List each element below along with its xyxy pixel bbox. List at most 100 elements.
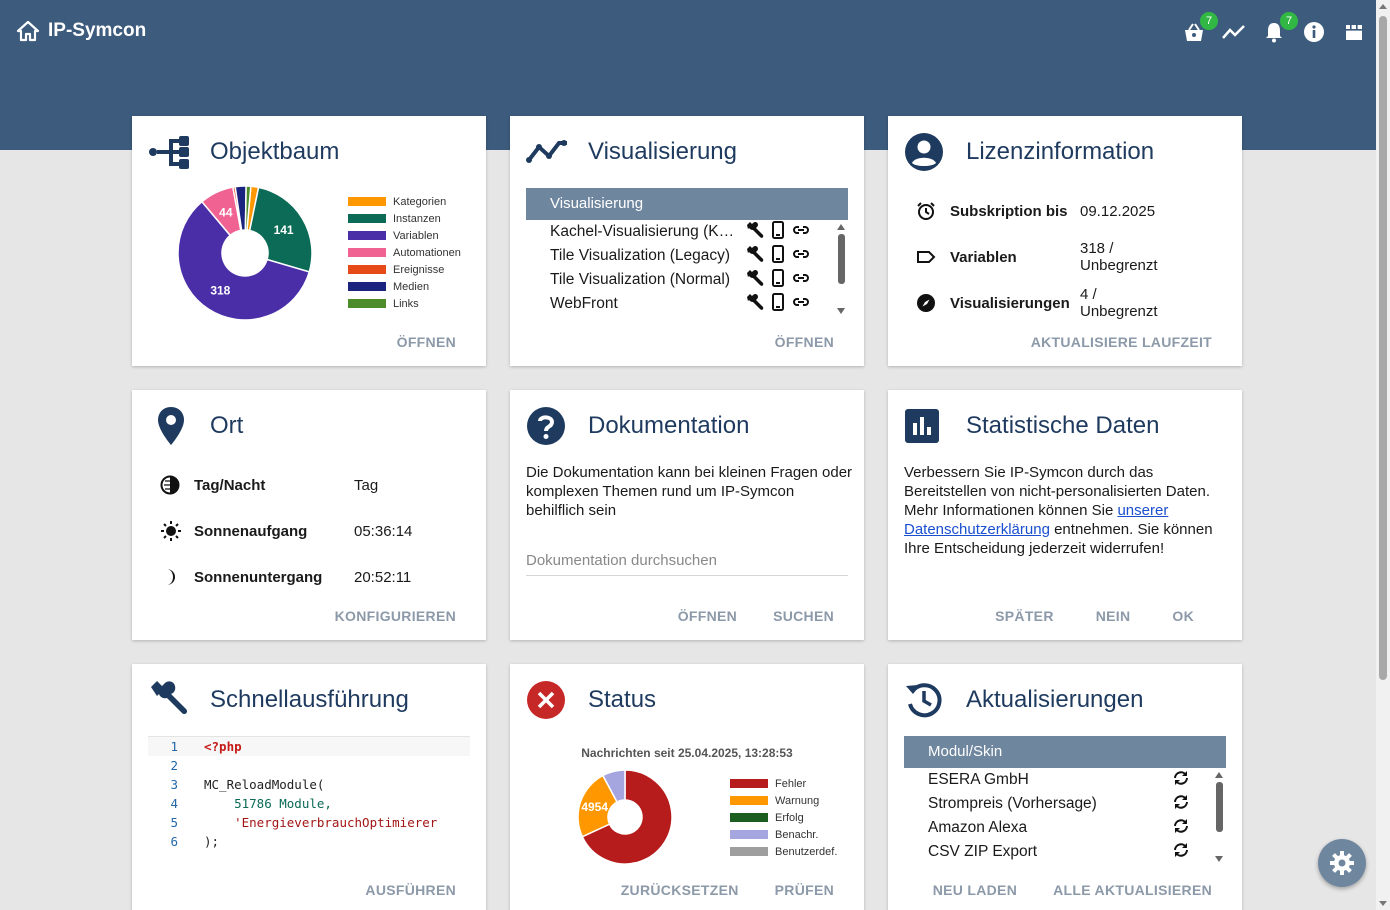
updates-table-head: Modul/Skin (904, 736, 1226, 768)
visualisierung-open-button[interactable]: ÖFFNEN (775, 334, 834, 350)
store-button[interactable]: 7 (1182, 12, 1218, 46)
legend-swatch (730, 830, 768, 839)
line-number: 6 (170, 834, 178, 849)
visualisierung-item[interactable]: Kachel-Visualisierung (Kachel) (550, 220, 810, 244)
notifications-button[interactable]: 7 (1262, 12, 1298, 46)
later-button[interactable]: SPÄTER (995, 608, 1054, 624)
ort-row: Tag/Nacht Tag (160, 462, 378, 508)
legend-item: Medien (348, 278, 461, 295)
update-item: Amazon Alexa (928, 816, 1190, 840)
sync-icon[interactable] (1172, 794, 1190, 815)
update-item: CSV ZIP Export (928, 840, 1190, 864)
documentation-open-button[interactable]: ÖFFNEN (678, 608, 737, 624)
legend-swatch (730, 847, 768, 856)
update-item-label: Amazon Alexa (928, 819, 1028, 836)
visualisierung-list: Kachel-Visualisierung (Kachel) Tile Visua… (550, 220, 810, 316)
compass-icon (917, 294, 935, 312)
wrench-icon[interactable] (746, 245, 764, 268)
sync-icon[interactable] (1172, 770, 1190, 791)
legend-label: Instanzen (393, 212, 441, 225)
visualisierung-scrollbar[interactable] (836, 224, 846, 314)
legend-item: Benutzerdef. (730, 843, 837, 860)
reset-button[interactable]: ZURÜCKSETZEN (621, 882, 739, 898)
legend-label: Links (393, 297, 419, 310)
documentation-search-input[interactable]: Dokumentation durchsuchen (526, 548, 848, 576)
code-line: 3 MC_ReloadModule( (148, 775, 470, 794)
ort-list: Tag/Nacht Tag Sonnenaufgang 05:36:14 Son… (160, 462, 412, 600)
no-button[interactable]: NEIN (1096, 608, 1131, 624)
charts-button[interactable] (1222, 18, 1246, 46)
reload-button[interactable]: NEU LADEN (933, 882, 1017, 898)
code-text: <?php (204, 739, 242, 754)
wrench-icon[interactable] (746, 221, 764, 244)
store-badge: 7 (1200, 12, 1218, 30)
card-title: Status (588, 686, 657, 713)
lizenz-row: Subskription bis 09.12.2025 (916, 188, 1155, 234)
pie-data-label: 318 (210, 284, 230, 298)
code-text: ); (204, 834, 220, 849)
card-title: Ort (210, 412, 244, 439)
updates-scrollbar[interactable] (1214, 772, 1224, 862)
card-visualisierung: Visualisierung Visualisierung Kachel-Vis… (510, 116, 864, 366)
pie-data-label: 44 (219, 205, 233, 219)
link-icon[interactable] (792, 247, 810, 265)
update-icon (906, 683, 942, 718)
update-all-button[interactable]: ALLE AKTUALISIEREN (1053, 882, 1212, 898)
execute-button[interactable]: AUSFÜHREN (365, 882, 456, 898)
visualisierung-item[interactable]: Tile Visualization (Normal) (550, 268, 810, 292)
sync-icon[interactable] (1172, 818, 1190, 839)
ort-value: 20:52:11 (354, 568, 412, 586)
smartphone-icon[interactable] (772, 268, 784, 292)
smartphone-icon[interactable] (772, 220, 784, 244)
day-night-icon (160, 475, 180, 495)
smartphone-icon[interactable] (772, 292, 784, 316)
pie-data-label: 4954 (581, 800, 608, 814)
documentation-search-button[interactable]: SUCHEN (773, 608, 834, 624)
wrench-icon[interactable] (746, 269, 764, 292)
location-pin-icon (158, 407, 184, 445)
wrench-icon[interactable] (746, 293, 764, 316)
update-runtime-button[interactable]: AKTUALISIERE LAUFZEIT (1031, 334, 1212, 350)
visualisierung-item[interactable]: Tile Visualization (Legacy) (550, 244, 810, 268)
code-line: 6); (148, 832, 470, 851)
objektbaum-open-button[interactable]: ÖFFNEN (397, 334, 456, 350)
update-item: Strompreis (Vorhersage) (928, 792, 1190, 816)
ort-key: Sonnenuntergang (194, 568, 323, 586)
legend-item: Erfolg (730, 809, 837, 826)
page-scrollbar[interactable] (1376, 0, 1390, 910)
visualisierung-item-label: WebFront (550, 295, 618, 312)
card-updates: Aktualisierungen Modul/Skin ESERA GmbH St… (888, 664, 1242, 910)
app-brand[interactable]: IP-Symcon (16, 20, 146, 42)
gear-icon (1330, 851, 1354, 875)
ort-value: 05:36:14 (354, 522, 413, 540)
ok-button[interactable]: OK (1172, 608, 1194, 624)
code-line: 1 <?php (148, 737, 470, 756)
settings-button[interactable] (1318, 839, 1366, 887)
visualisierung-item-label: Tile Visualization (Legacy) (550, 247, 731, 264)
app-title: IP-Symcon (48, 20, 147, 41)
card-objektbaum: Objektbaum 141 318 44 Kategorien Instanzen V… (132, 116, 486, 366)
smartphone-icon[interactable] (772, 244, 784, 268)
legend-item: Instanzen (348, 210, 461, 227)
link-icon[interactable] (792, 271, 810, 289)
scenes-button[interactable] (1342, 18, 1366, 46)
visualisierung-item[interactable]: WebFront (550, 292, 810, 316)
lizenz-value: 4 / Unbegrenzt (1080, 286, 1158, 320)
bar-chart-icon (905, 409, 939, 443)
ort-row: Sonnenuntergang 20:52:11 (160, 554, 411, 600)
card-ort: Ort Tag/Nacht Tag Sonnenaufgang 05:36:14… (132, 390, 486, 640)
lizenz-key: Visualisierungen (950, 294, 1070, 312)
ort-key: Tag/Nacht (194, 476, 266, 494)
info-button[interactable] (1302, 18, 1326, 46)
legend-label: Erfolg (775, 811, 804, 824)
visualisierung-item-label: Tile Visualization (Normal) (550, 271, 731, 288)
check-button[interactable]: PRÜFEN (775, 882, 834, 898)
configure-button[interactable]: KONFIGURIEREN (335, 608, 456, 624)
legend-swatch (348, 231, 386, 240)
dokumentation-text: Die Dokumentation kann bei kleinen Frage… (526, 464, 853, 519)
card-title: Lizenzinformation (966, 138, 1155, 165)
link-icon[interactable] (792, 223, 810, 241)
link-icon[interactable] (792, 295, 810, 313)
code-editor[interactable]: 1 <?php 2 3 MC_ReloadModule(4 51786 Module, 5… (148, 736, 470, 866)
sync-icon[interactable] (1172, 842, 1190, 863)
